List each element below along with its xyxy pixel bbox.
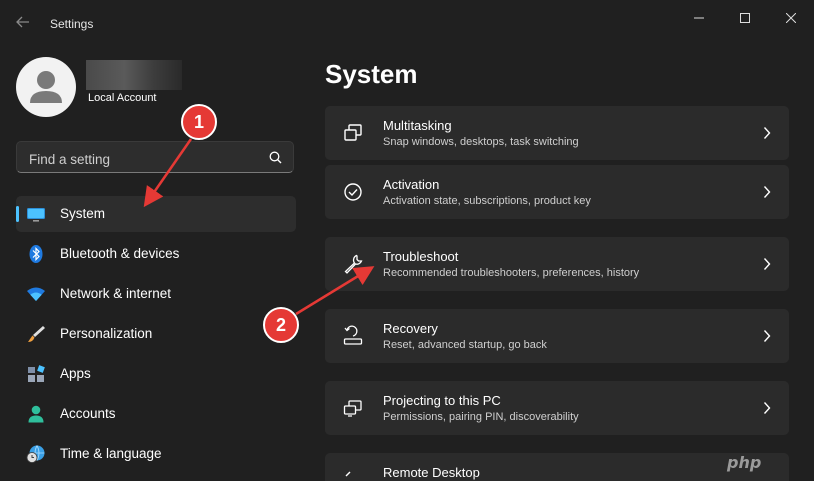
card-remote-desktop[interactable]: Remote Desktop [325,453,789,481]
user-name-redacted [86,60,182,90]
globe-clock-icon [26,445,45,463]
search-icon[interactable] [269,151,282,164]
sidebar-item-system[interactable]: System [16,196,296,232]
wifi-icon [27,287,45,301]
card-title: Activation [383,177,440,192]
person-icon [28,405,44,423]
step-1-badge: 1 [181,104,217,140]
sidebar-item-bluetooth-devices[interactable]: Bluetooth & devices [16,236,296,272]
app-title: Settings [50,17,94,31]
back-arrow-icon [16,16,29,28]
card-troubleshoot[interactable]: Troubleshoot Recommended troubleshooters… [325,237,789,291]
card-subtitle: Recommended troubleshooters, preferences… [383,267,640,279]
card-subtitle: Snap windows, desktops, task switching [383,136,579,148]
sidebar-item-accounts[interactable]: Accounts [16,396,296,432]
sidebar-item-label: Accounts [60,406,116,421]
card-projecting[interactable]: Projecting to this PC Permissions, pairi… [325,381,789,435]
recovery-icon [343,325,363,345]
card-subtitle: Reset, advanced startup, go back [383,339,547,351]
apps-icon [28,365,45,382]
maximize-icon [740,13,750,23]
card-multitasking[interactable]: Multitasking Snap windows, desktops, tas… [325,106,789,160]
chevron-right-icon [763,258,771,270]
card-subtitle: Permissions, pairing PIN, discoverabilit… [383,411,579,423]
chevron-right-icon [763,186,771,198]
remote-desktop-icon [345,471,351,477]
bluetooth-icon [29,245,43,263]
person-silhouette-icon [30,71,62,103]
minimize-button[interactable] [676,8,722,28]
step-2-badge: 2 [263,307,299,343]
avatar[interactable] [16,57,76,117]
sidebar-item-apps[interactable]: Apps [16,356,296,392]
sidebar-item-label: System [60,206,106,221]
card-subtitle: Activation state, subscriptions, product… [383,195,591,207]
chevron-right-icon [763,402,771,414]
page-title: System [325,59,418,89]
card-recovery[interactable]: Recovery Reset, advanced startup, go bac… [325,309,789,363]
sidebar-item-label: Bluetooth & devices [60,246,180,261]
card-title: Recovery [383,321,438,336]
card-title: Remote Desktop [383,465,480,480]
sidebar-item-label: Personalization [60,326,153,341]
multitasking-icon [344,124,362,141]
minimize-icon [694,17,704,19]
search-box[interactable] [16,141,294,173]
card-activation[interactable]: Activation Activation state, subscriptio… [325,165,789,219]
sidebar-item-personalization[interactable]: Personalization [16,316,296,352]
maximize-button[interactable] [722,8,768,28]
active-indicator [16,206,19,222]
wrench-icon [344,254,363,274]
close-button[interactable] [768,8,814,28]
card-title: Multitasking [383,118,452,133]
close-icon [786,13,796,23]
back-button[interactable] [12,14,34,34]
account-type-label: Local Account [88,92,157,104]
check-circle-icon [344,183,362,201]
sidebar-item-time-language[interactable]: Time & language [16,436,296,472]
search-input[interactable] [27,149,261,169]
card-title: Projecting to this PC [383,393,501,408]
sidebar-item-label: Network & internet [60,286,172,301]
brush-icon [28,326,45,342]
sidebar-item-network-internet[interactable]: Network & internet [16,276,296,312]
sidebar-item-label: Time & language [60,446,162,461]
card-title: Troubleshoot [383,249,459,264]
chevron-right-icon [763,330,771,342]
chevron-right-icon [763,127,771,139]
watermark: php [727,453,762,472]
projecting-icon [343,400,362,417]
monitor-icon [27,208,45,222]
sidebar-item-label: Apps [60,366,91,381]
